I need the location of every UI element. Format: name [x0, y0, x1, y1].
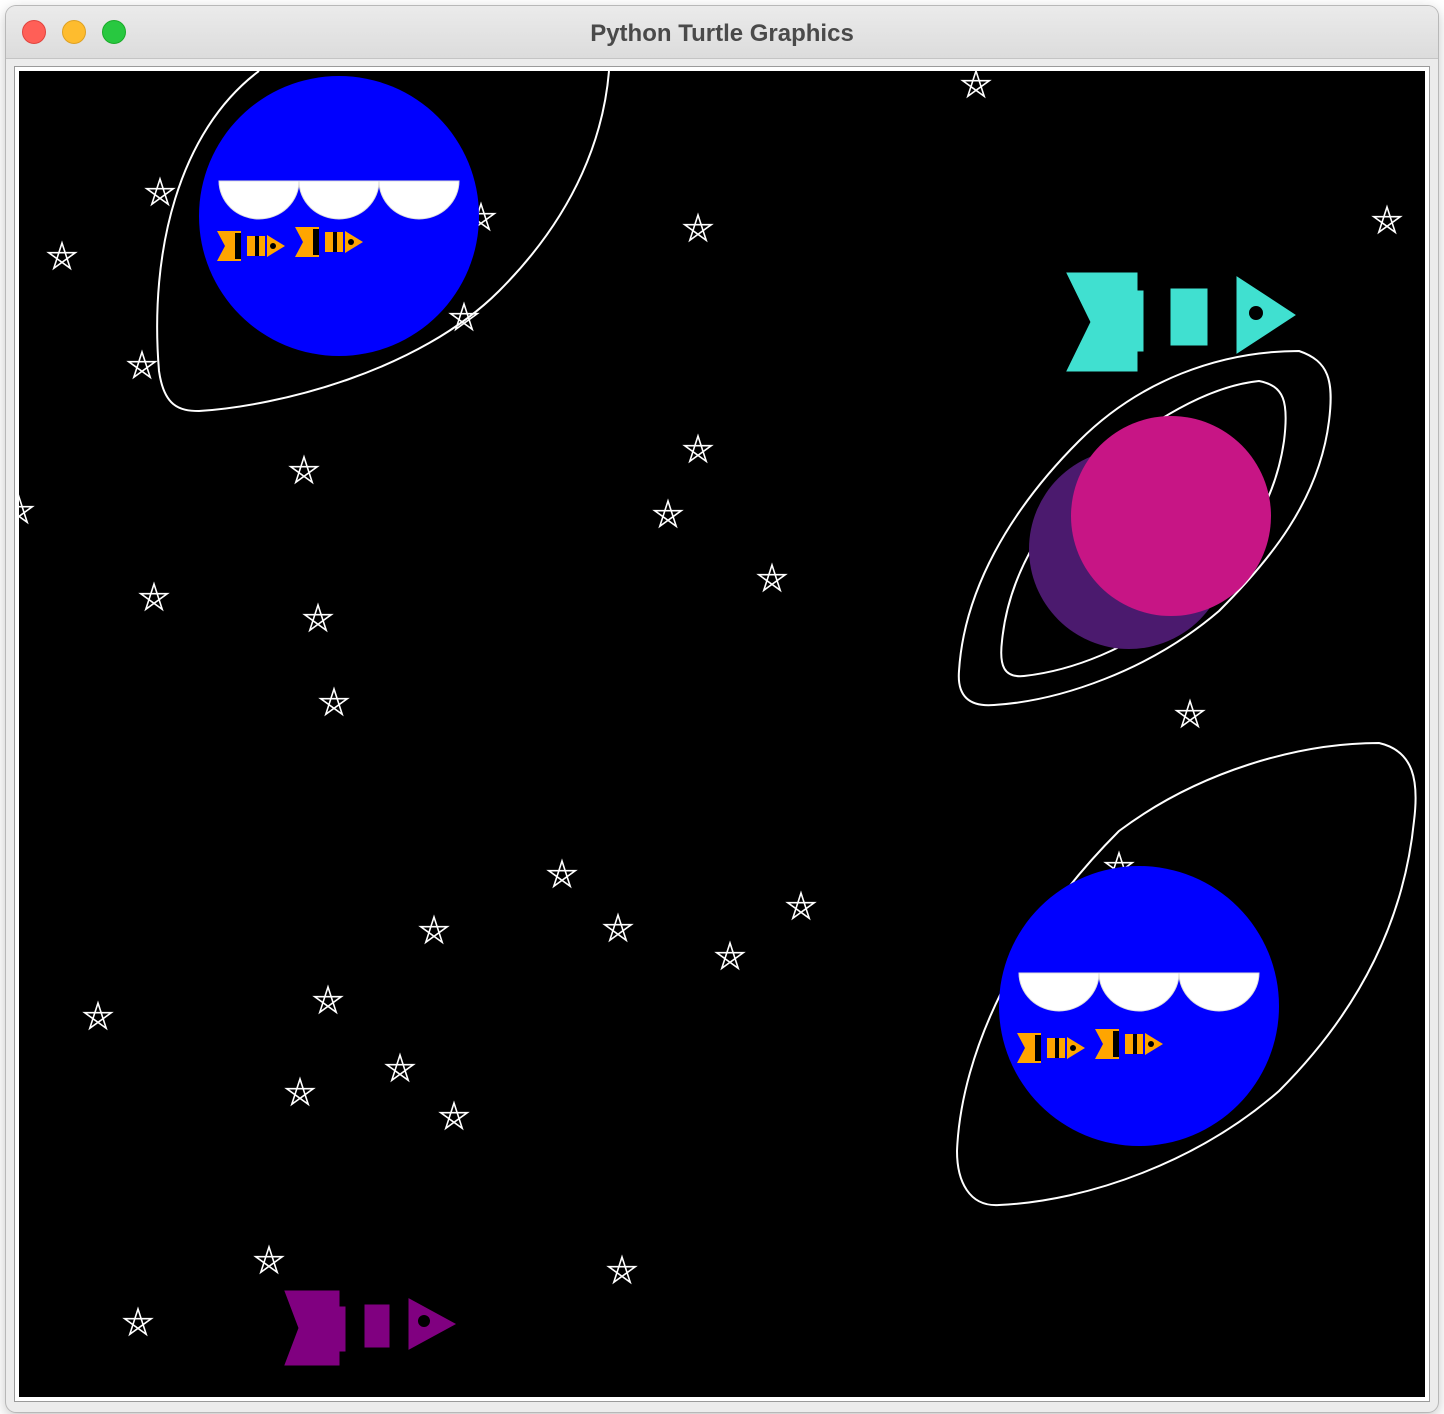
turtle-canvas[interactable] — [19, 71, 1425, 1397]
star-9 — [288, 454, 320, 485]
star-25 — [384, 1052, 416, 1083]
star-10 — [682, 433, 714, 464]
title-bar[interactable]: Python Turtle Graphics — [6, 6, 1438, 59]
star-1 — [960, 71, 992, 99]
canvas-frame — [14, 66, 1430, 1402]
star-21 — [602, 912, 634, 943]
star-27 — [438, 1100, 470, 1131]
star-22 — [714, 940, 746, 971]
turquoise-rocket — [1066, 272, 1296, 372]
purple-rocket — [284, 1290, 457, 1366]
star-19 — [785, 890, 817, 921]
star-8 — [126, 349, 158, 380]
white-domes — [218, 180, 460, 220]
star-15 — [302, 602, 334, 633]
star-23 — [312, 984, 344, 1015]
star-2 — [144, 176, 176, 207]
star-14 — [138, 581, 170, 612]
star-28 — [253, 1244, 285, 1275]
magenta-planet — [957, 349, 1332, 707]
turtle-window: Python Turtle Graphics — [6, 6, 1438, 1412]
star-5 — [682, 212, 714, 243]
star-17 — [1174, 698, 1206, 729]
star-24 — [82, 1000, 114, 1031]
planet-body — [1071, 416, 1271, 616]
star-13 — [19, 494, 35, 525]
star-11 — [652, 498, 684, 529]
star-30 — [122, 1306, 154, 1337]
star-26 — [284, 1076, 316, 1107]
star-6 — [1371, 204, 1403, 235]
star-20 — [418, 914, 450, 945]
star-7 — [448, 301, 480, 332]
window-title: Python Turtle Graphics — [590, 20, 854, 47]
star-29 — [606, 1254, 638, 1285]
blue-planet-bottom — [955, 741, 1417, 1207]
turtle-scene — [19, 71, 1417, 1366]
star-16 — [318, 686, 350, 717]
star-18 — [546, 858, 578, 889]
star-3 — [46, 240, 78, 271]
star-12 — [756, 562, 788, 593]
white-domes — [1018, 972, 1260, 1012]
blue-planet-top — [156, 71, 610, 413]
